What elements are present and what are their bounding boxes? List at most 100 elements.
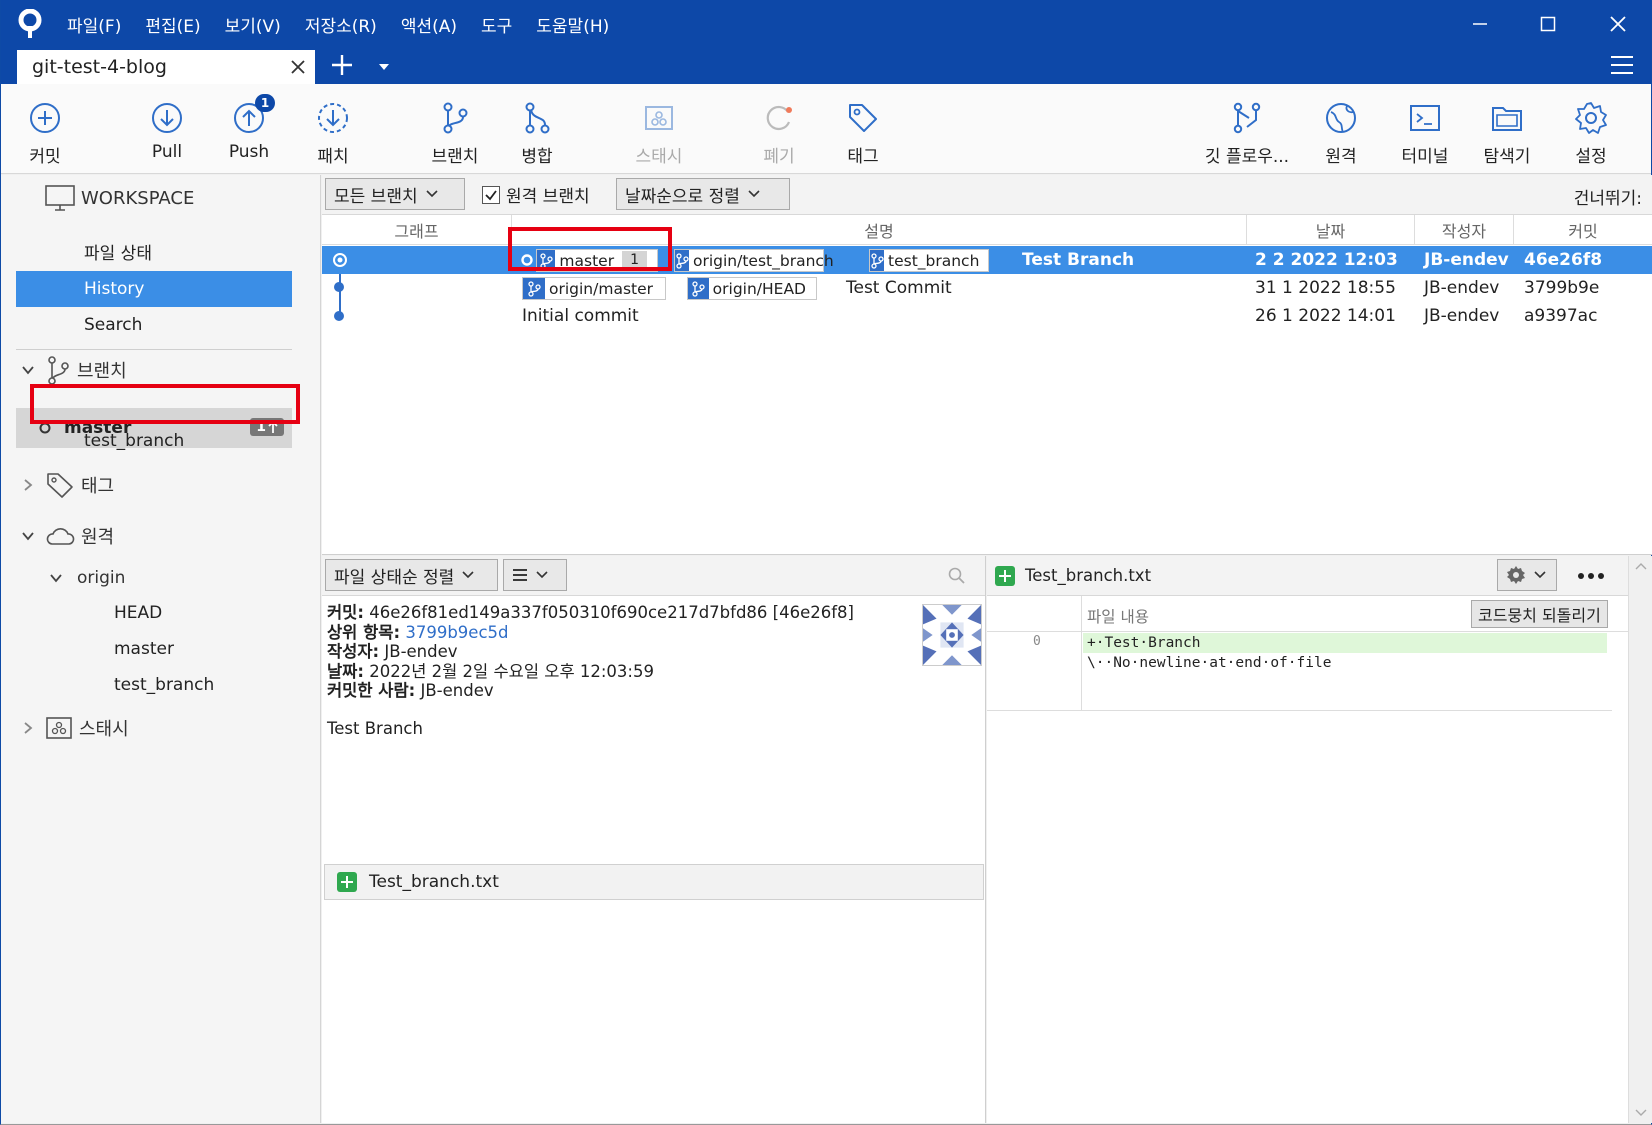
sidebar-item-origin-test-branch[interactable]: test_branch bbox=[16, 667, 292, 703]
branch-button[interactable]: 브랜치 bbox=[413, 84, 497, 174]
test-branch-label: test_branch bbox=[84, 431, 185, 451]
tab-close-icon[interactable] bbox=[287, 56, 309, 78]
diff-options-dropdown[interactable] bbox=[1497, 559, 1557, 591]
close-window-button[interactable] bbox=[1585, 0, 1651, 48]
stash-header[interactable]: 스태시 bbox=[21, 715, 129, 741]
scroll-up-icon[interactable] bbox=[1635, 562, 1647, 570]
hunk-header-label: 파일 내용 bbox=[1087, 608, 1149, 626]
commit-message-body: Test Branch bbox=[327, 718, 423, 738]
sidebar-item-search[interactable]: Search bbox=[16, 307, 292, 343]
patch-button[interactable]: 패치 bbox=[291, 84, 375, 174]
diff-scrollbar[interactable] bbox=[1628, 556, 1652, 1123]
branch-icon bbox=[870, 250, 884, 271]
menu-repository[interactable]: 저장소(R) bbox=[305, 12, 377, 37]
gitflow-icon bbox=[1233, 102, 1261, 134]
sort-dropdown[interactable]: 날짜순으로 정렬 bbox=[616, 178, 790, 210]
sidebar-item-origin-master[interactable]: master bbox=[16, 631, 292, 667]
hamburger-menu-icon[interactable] bbox=[1609, 54, 1635, 76]
head-commit-node-icon bbox=[333, 253, 347, 267]
gear-icon bbox=[1507, 566, 1525, 584]
ref-badge-origin-master[interactable]: origin/master bbox=[522, 277, 666, 300]
column-graph[interactable]: 그래프 bbox=[322, 215, 512, 245]
maximize-button[interactable] bbox=[1515, 0, 1581, 48]
commit-date: 26 1 2022 14:01 bbox=[1255, 306, 1396, 326]
column-author[interactable]: 작성자 bbox=[1415, 215, 1514, 245]
tag-button[interactable]: 태그 bbox=[821, 84, 905, 174]
maximize-icon bbox=[1540, 16, 1556, 32]
branch-filter-dropdown[interactable]: 모든 브랜치 bbox=[325, 178, 465, 210]
commit-row[interactable]: Initial commit 26 1 2022 14:01 JB-endev … bbox=[322, 302, 1652, 330]
remote-origin[interactable]: origin bbox=[49, 568, 125, 588]
sidebar-item-history[interactable]: History bbox=[16, 271, 292, 307]
commit-node-icon bbox=[334, 282, 344, 292]
menu-file[interactable]: 파일(F) bbox=[67, 12, 121, 37]
parent-commit-link[interactable]: 3799b9ec5d bbox=[405, 623, 508, 642]
view-mode-dropdown[interactable] bbox=[503, 559, 567, 591]
minimize-button[interactable] bbox=[1447, 0, 1513, 48]
repo-tab[interactable]: git-test-4-blog bbox=[17, 50, 315, 84]
menu-view[interactable]: 보기(V) bbox=[225, 12, 281, 37]
push-button[interactable]: 1 Push bbox=[207, 84, 291, 174]
column-date[interactable]: 날짜 bbox=[1247, 215, 1415, 245]
tags-label: 태그 bbox=[81, 476, 115, 497]
remotes-header[interactable]: 원격 bbox=[21, 523, 114, 549]
ref-badge-master[interactable]: master 1 bbox=[536, 249, 658, 272]
search-icon[interactable] bbox=[948, 567, 966, 585]
file-sort-dropdown[interactable]: 파일 상태순 정렬 bbox=[325, 559, 498, 591]
discard-hunk-button[interactable]: 코드뭉치 되돌리기 bbox=[1471, 600, 1608, 628]
ref-badge-origin-test-branch[interactable]: origin/test_branch bbox=[674, 249, 834, 272]
diff-context-line: \··No·newline·at·end·of·file bbox=[1087, 655, 1332, 671]
more-options-icon[interactable] bbox=[1577, 572, 1605, 580]
commit-row[interactable]: origin/master origin/HEAD Test Commit 31… bbox=[322, 274, 1652, 302]
ref-badge-origin-head[interactable]: origin/HEAD bbox=[687, 277, 817, 300]
tags-header[interactable]: 태그 bbox=[21, 471, 114, 499]
commit-row[interactable]: master 1 origin/test_branch test_branch … bbox=[322, 246, 1652, 274]
scroll-down-icon[interactable] bbox=[1635, 1109, 1647, 1117]
checkbox-checked-icon bbox=[482, 185, 500, 204]
file-status-label: 파일 상태 bbox=[84, 243, 152, 264]
diff-hunk-bottom bbox=[987, 710, 1612, 711]
branch-filter-value: 모든 브랜치 bbox=[334, 186, 418, 207]
commit-button[interactable]: 커밋 bbox=[3, 84, 87, 174]
remote-button[interactable]: 원격 bbox=[1299, 84, 1383, 174]
commit-author: JB-endev bbox=[1424, 306, 1500, 326]
discard-button[interactable]: 폐기 bbox=[737, 84, 821, 174]
chevron-down-icon bbox=[1534, 571, 1546, 579]
menu-edit[interactable]: 편집(E) bbox=[145, 12, 200, 37]
add-tab-icon[interactable] bbox=[329, 52, 355, 78]
explorer-button[interactable]: 탐색기 bbox=[1465, 84, 1549, 174]
commit-message: Initial commit bbox=[522, 306, 639, 326]
menu-help[interactable]: 도움말(H) bbox=[536, 12, 609, 37]
ref-label: origin/HEAD bbox=[712, 279, 806, 298]
file-added-icon bbox=[995, 566, 1015, 586]
sidebar-item-origin-head[interactable]: HEAD bbox=[16, 595, 292, 631]
patch-label: 패치 bbox=[317, 147, 349, 167]
terminal-button[interactable]: 터미널 bbox=[1383, 84, 1467, 174]
sidebar-item-test-branch[interactable]: test_branch bbox=[16, 423, 292, 459]
changed-file-item[interactable]: Test_branch.txt bbox=[324, 864, 984, 900]
ref-label: origin/master bbox=[549, 279, 654, 298]
discard-icon bbox=[766, 105, 792, 131]
commit-list: 그래프 설명 날짜 작성자 커밋 master 1 origin/test_br… bbox=[322, 215, 1652, 555]
remote-branches-checkbox[interactable]: 원격 브랜치 bbox=[482, 182, 590, 207]
stash-button[interactable]: 스태시 bbox=[617, 84, 701, 174]
pull-button[interactable]: Pull bbox=[125, 84, 209, 174]
tab-dropdown-icon[interactable] bbox=[377, 62, 391, 72]
ref-badge-test-branch[interactable]: test_branch bbox=[869, 249, 989, 272]
settings-label: 설정 bbox=[1575, 147, 1607, 167]
branches-header[interactable]: 브랜치 bbox=[21, 355, 127, 385]
commit-node-icon bbox=[334, 311, 344, 321]
remotes-label: 원격 bbox=[81, 527, 115, 548]
remote-label: 원격 bbox=[1325, 147, 1357, 167]
menu-tools[interactable]: 도구 bbox=[481, 12, 512, 37]
column-description[interactable]: 설명 bbox=[512, 215, 1247, 245]
column-commit[interactable]: 커밋 bbox=[1514, 215, 1652, 245]
settings-button[interactable]: 설정 bbox=[1549, 84, 1633, 174]
origin-label: origin bbox=[77, 568, 126, 588]
sidebar-item-file-status[interactable]: 파일 상태 bbox=[16, 233, 292, 269]
sourcetree-window: 파일(F) 편집(E) 보기(V) 저장소(R) 액션(A) 도구 도움말(H)… bbox=[0, 0, 1652, 1125]
gitflow-button[interactable]: 깃 플로우... bbox=[1199, 84, 1295, 174]
terminal-icon bbox=[1410, 105, 1440, 131]
menu-action[interactable]: 액션(A) bbox=[401, 12, 457, 37]
merge-button[interactable]: 병합 bbox=[495, 84, 579, 174]
